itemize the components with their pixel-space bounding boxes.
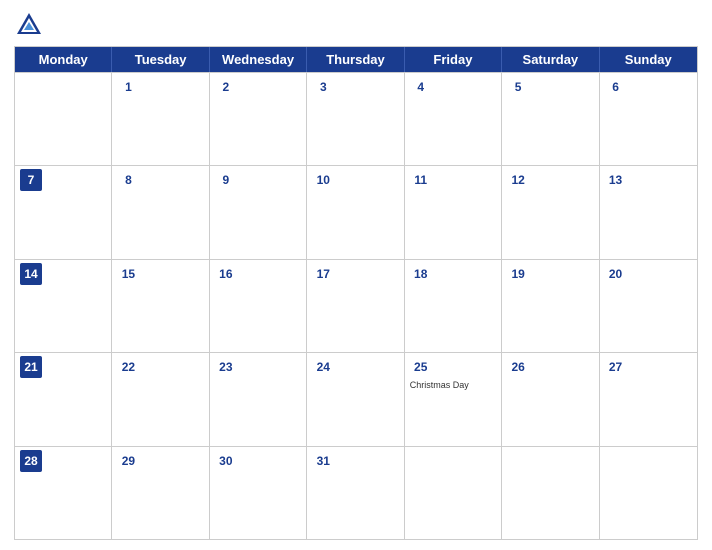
day-cell: 24 bbox=[307, 353, 404, 445]
day-cell: 4 bbox=[405, 73, 502, 165]
day-number: 3 bbox=[312, 76, 334, 98]
day-number: 6 bbox=[605, 76, 627, 98]
day-number: 4 bbox=[410, 76, 432, 98]
day-number: 30 bbox=[215, 450, 237, 472]
day-cell: 18 bbox=[405, 260, 502, 352]
day-cell: 25 Christmas Day bbox=[405, 353, 502, 445]
week-row-1: 1 2 3 4 5 6 bbox=[15, 72, 697, 165]
day-header-wednesday: Wednesday bbox=[210, 47, 307, 72]
day-number: 23 bbox=[215, 356, 237, 378]
day-cell: 31 bbox=[307, 447, 404, 539]
day-number: 22 bbox=[117, 356, 139, 378]
day-header-saturday: Saturday bbox=[502, 47, 599, 72]
day-header-tuesday: Tuesday bbox=[112, 47, 209, 72]
days-header: MondayTuesdayWednesdayThursdayFridaySatu… bbox=[15, 47, 697, 72]
day-cell: 12 bbox=[502, 166, 599, 258]
day-cell: 20 bbox=[600, 260, 697, 352]
day-cell bbox=[405, 447, 502, 539]
day-number: 2 bbox=[215, 76, 237, 98]
day-number: 8 bbox=[117, 169, 139, 191]
day-header-sunday: Sunday bbox=[600, 47, 697, 72]
header bbox=[14, 10, 698, 40]
day-cell: 28 bbox=[15, 447, 112, 539]
day-number: 31 bbox=[312, 450, 334, 472]
day-cell: 13 bbox=[600, 166, 697, 258]
week-row-2: 7 8 9 10 11 12 13 bbox=[15, 165, 697, 258]
day-cell: 19 bbox=[502, 260, 599, 352]
day-number: 28 bbox=[20, 450, 42, 472]
day-cell: 21 bbox=[15, 353, 112, 445]
day-header-thursday: Thursday bbox=[307, 47, 404, 72]
day-header-friday: Friday bbox=[405, 47, 502, 72]
day-cell: 23 bbox=[210, 353, 307, 445]
day-cell: 17 bbox=[307, 260, 404, 352]
holiday-label: Christmas Day bbox=[410, 380, 496, 390]
day-cell: 10 bbox=[307, 166, 404, 258]
logo bbox=[14, 10, 48, 40]
day-cell: 16 bbox=[210, 260, 307, 352]
day-number: 15 bbox=[117, 263, 139, 285]
day-cell bbox=[502, 447, 599, 539]
day-cell: 15 bbox=[112, 260, 209, 352]
day-cell: 30 bbox=[210, 447, 307, 539]
day-cell: 8 bbox=[112, 166, 209, 258]
day-cell: 27 bbox=[600, 353, 697, 445]
day-cell: 11 bbox=[405, 166, 502, 258]
week-row-4: 21 22 23 24 25 Christmas Day 26 27 bbox=[15, 352, 697, 445]
day-cell: 5 bbox=[502, 73, 599, 165]
calendar-page: MondayTuesdayWednesdayThursdayFridaySatu… bbox=[0, 0, 712, 550]
day-number: 24 bbox=[312, 356, 334, 378]
day-cell: 14 bbox=[15, 260, 112, 352]
day-cell: 9 bbox=[210, 166, 307, 258]
day-cell: 1 bbox=[112, 73, 209, 165]
day-number: 26 bbox=[507, 356, 529, 378]
day-number: 21 bbox=[20, 356, 42, 378]
weeks: 1234567891011121314151617181920212223242… bbox=[15, 72, 697, 539]
day-number: 25 bbox=[410, 356, 432, 378]
week-row-5: 28 29 30 31 bbox=[15, 446, 697, 539]
day-cell: 6 bbox=[600, 73, 697, 165]
day-cell: 22 bbox=[112, 353, 209, 445]
day-number: 12 bbox=[507, 169, 529, 191]
day-header-monday: Monday bbox=[15, 47, 112, 72]
day-number: 13 bbox=[605, 169, 627, 191]
logo-icon bbox=[14, 10, 44, 40]
day-cell: 3 bbox=[307, 73, 404, 165]
day-number: 20 bbox=[605, 263, 627, 285]
day-number: 7 bbox=[20, 169, 42, 191]
day-number: 1 bbox=[117, 76, 139, 98]
calendar: MondayTuesdayWednesdayThursdayFridaySatu… bbox=[14, 46, 698, 540]
day-number: 17 bbox=[312, 263, 334, 285]
day-cell bbox=[600, 447, 697, 539]
day-number: 18 bbox=[410, 263, 432, 285]
day-cell bbox=[15, 73, 112, 165]
day-number: 27 bbox=[605, 356, 627, 378]
day-cell: 2 bbox=[210, 73, 307, 165]
day-number: 16 bbox=[215, 263, 237, 285]
day-number: 14 bbox=[20, 263, 42, 285]
day-number: 9 bbox=[215, 169, 237, 191]
day-number: 19 bbox=[507, 263, 529, 285]
day-number: 10 bbox=[312, 169, 334, 191]
day-number: 29 bbox=[117, 450, 139, 472]
day-cell: 26 bbox=[502, 353, 599, 445]
day-number: 5 bbox=[507, 76, 529, 98]
day-number: 11 bbox=[410, 169, 432, 191]
week-row-3: 14 15 16 17 18 19 20 bbox=[15, 259, 697, 352]
day-cell: 29 bbox=[112, 447, 209, 539]
day-cell: 7 bbox=[15, 166, 112, 258]
